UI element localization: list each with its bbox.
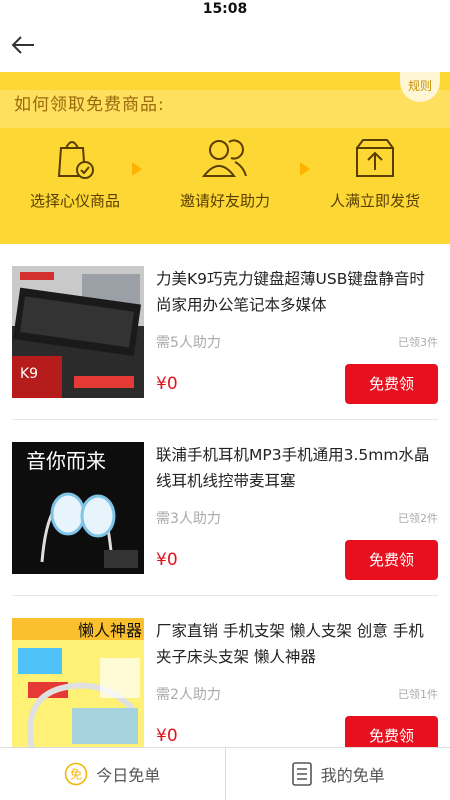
free-claim-button[interactable]: 免费领 — [345, 364, 438, 404]
product-price: ¥0 — [156, 550, 178, 570]
product-image-keyboard[interactable]: K9 — [12, 266, 144, 398]
list-document-icon — [291, 762, 313, 786]
product-help-needed: 需2人助力 — [156, 687, 221, 703]
product-title[interactable]: 联浦手机耳机MP3手机通用3.5mm水晶线耳机线控带麦耳塞 — [156, 442, 438, 494]
steps: 选择心仪商品 邀请好友助力 人满立即发货 — [0, 130, 450, 230]
free-badge-icon: 免 — [64, 762, 88, 786]
product-image-text: K9 — [20, 366, 38, 382]
how-to-banner: 如何领取免费商品: 规则 选择心仪商品 邀请好友助力 人满立即发货 — [0, 72, 450, 244]
product-image-earphones[interactable]: 音你而来 — [12, 442, 144, 574]
product-list: K9 力美K9巧克力键盘超薄USB键盘静音时尚家用办公笔记本多媒体 需5人助力 … — [0, 244, 450, 771]
tab-my-free[interactable]: 我的免单 — [224, 748, 450, 800]
product-help-needed: 需3人助力 — [156, 511, 221, 527]
product-price: ¥0 — [156, 374, 178, 394]
step-ship: 人满立即发货 — [300, 130, 450, 230]
product-title[interactable]: 力美K9巧克力键盘超薄USB键盘静音时尚家用办公笔记本多媒体 — [156, 266, 438, 318]
step-label: 邀请好友助力 — [179, 192, 270, 210]
step-label: 人满立即发货 — [329, 192, 420, 210]
tab-today-free[interactable]: 免 今日免单 — [0, 748, 225, 800]
step-invite: 邀请好友助力 — [150, 130, 300, 230]
bottom-tab-bar: 免 今日免单 我的免单 — [0, 747, 450, 800]
product-image-text: 音你而来 — [26, 449, 106, 473]
back-button[interactable] — [6, 30, 40, 60]
tab-label: 我的免单 — [320, 766, 385, 785]
product-item[interactable]: K9 力美K9巧克力键盘超薄USB键盘静音时尚家用办公笔记本多媒体 需5人助力 … — [12, 244, 438, 420]
tab-label: 今日免单 — [96, 766, 161, 785]
product-image-text: 懒人神器 — [78, 621, 142, 640]
step-label: 选择心仪商品 — [29, 192, 120, 210]
back-arrow-icon — [11, 36, 34, 54]
free-claim-button[interactable]: 免费领 — [345, 540, 438, 580]
product-image-phone-stand[interactable]: 懒人神器 — [12, 618, 144, 750]
banner-title: 如何领取免费商品: — [14, 95, 165, 115]
product-item[interactable]: 音你而来 联浦手机耳机MP3手机通用3.5mm水晶线耳机线控带麦耳塞 需3人助力… — [12, 420, 438, 596]
product-claimed-count: 已领3件 — [398, 336, 438, 349]
product-help-needed: 需5人助力 — [156, 335, 221, 351]
product-claimed-count: 已领1件 — [398, 688, 438, 701]
box-upload-icon — [356, 139, 394, 177]
shopping-bag-check-icon — [57, 141, 94, 179]
status-time: 15:08 — [202, 1, 248, 17]
product-claimed-count: 已领2件 — [398, 512, 438, 525]
friends-icon — [201, 139, 247, 177]
nav-bar — [0, 20, 450, 72]
product-price: ¥0 — [156, 726, 178, 746]
status-bar: 15:08 — [0, 0, 450, 20]
step-choose: 选择心仪商品 — [0, 130, 150, 230]
product-item[interactable]: 懒人神器 厂家直销 手机支架 懒人支架 创意 手机夹子床头支架 懒人神器 需2人… — [12, 596, 438, 771]
product-title[interactable]: 厂家直销 手机支架 懒人支架 创意 手机夹子床头支架 懒人神器 — [156, 618, 438, 670]
free-badge-glyph: 免 — [70, 767, 82, 782]
